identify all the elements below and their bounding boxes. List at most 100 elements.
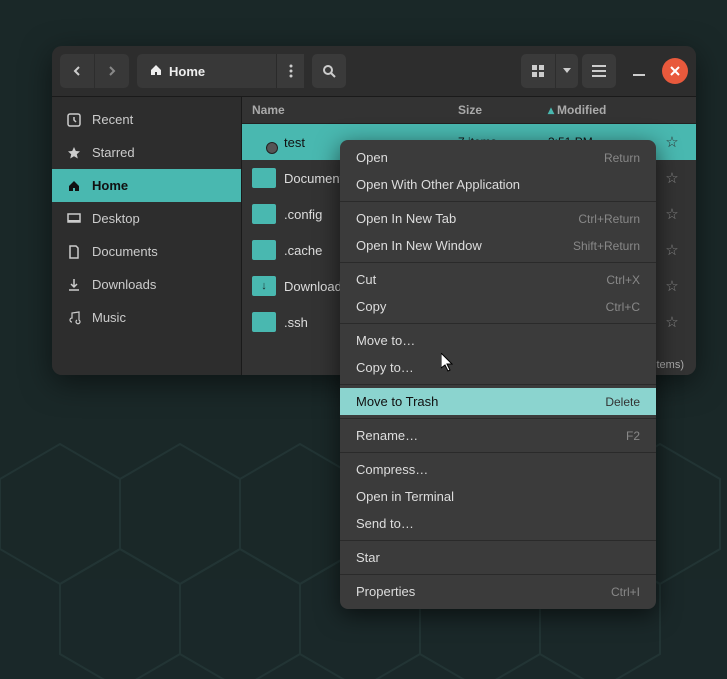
menu-item-copy[interactable]: Copy Ctrl+C <box>340 293 656 320</box>
sidebar-item-documents[interactable]: Documents <box>52 235 241 268</box>
menu-item-label: Send to… <box>356 516 414 531</box>
menu-item-star[interactable]: Star <box>340 544 656 571</box>
menu-item-label: Open in Terminal <box>356 489 454 504</box>
menu-separator <box>340 201 656 202</box>
menu-item-label: Copy to… <box>356 360 414 375</box>
star-toggle[interactable]: ☆ <box>658 313 686 331</box>
sidebar-item-home[interactable]: Home <box>52 169 241 202</box>
menu-item-accelerator: Return <box>604 151 640 165</box>
clock-icon <box>66 113 82 127</box>
menu-item-label: Cut <box>356 272 376 287</box>
close-button[interactable] <box>662 58 688 84</box>
menu-item-accelerator: Delete <box>605 395 640 409</box>
menu-separator <box>340 323 656 324</box>
toolbar: Home <box>52 46 696 97</box>
statusbar: items) <box>654 359 684 371</box>
menu-item-copy-to[interactable]: Copy to… <box>340 354 656 381</box>
desktop-icon <box>66 212 82 226</box>
menu-item-open-in-terminal[interactable]: Open in Terminal <box>340 483 656 510</box>
home-icon <box>149 63 163 80</box>
menu-item-cut[interactable]: Cut Ctrl+X <box>340 266 656 293</box>
back-button[interactable] <box>60 54 94 88</box>
sidebar-item-label: Downloads <box>92 277 156 292</box>
view-grid-button[interactable] <box>521 54 555 88</box>
file-name: .config <box>284 207 322 222</box>
music-icon <box>66 311 82 325</box>
file-name: Downloads <box>284 279 348 294</box>
menu-item-move-to[interactable]: Move to… <box>340 327 656 354</box>
sidebar-item-desktop[interactable]: Desktop <box>52 202 241 235</box>
star-toggle[interactable]: ☆ <box>658 241 686 259</box>
menu-item-accelerator: Ctrl+C <box>606 300 640 314</box>
star-toggle[interactable]: ☆ <box>658 169 686 187</box>
menu-item-open-in-new-window[interactable]: Open In New WindowShift+Return <box>340 232 656 259</box>
menu-item-rename[interactable]: Rename… F2 <box>340 422 656 449</box>
sidebar-item-label: Starred <box>92 145 135 160</box>
doc-icon <box>66 245 82 259</box>
menu-item-label: Open In New Window <box>356 238 482 253</box>
menu-item-label: Properties <box>356 584 415 599</box>
sidebar-item-music[interactable]: Music <box>52 301 241 334</box>
path-menu-button[interactable] <box>276 54 304 88</box>
menu-separator <box>340 262 656 263</box>
menu-item-label: Rename… <box>356 428 418 443</box>
menu-item-label: Star <box>356 550 380 565</box>
file-name: .cache <box>284 243 322 258</box>
col-modified[interactable]: ▴Modified <box>548 103 658 117</box>
menu-item-label: Copy <box>356 299 386 314</box>
menu-item-move-to-trash[interactable]: Move to Trash Delete <box>340 388 656 415</box>
folder-icon <box>252 240 276 260</box>
col-name[interactable]: Name <box>252 103 458 117</box>
folder-icon <box>252 312 276 332</box>
sort-indicator-icon: ▴ <box>548 103 554 117</box>
sidebar-item-label: Recent <box>92 112 133 127</box>
star-toggle[interactable]: ☆ <box>658 205 686 223</box>
view-dropdown-button[interactable] <box>556 54 578 88</box>
path-segment-home[interactable]: Home <box>137 54 217 88</box>
menu-item-send-to[interactable]: Send to… <box>340 510 656 537</box>
home-icon <box>66 179 82 193</box>
star-toggle[interactable]: ☆ <box>658 133 686 151</box>
path-bar[interactable]: Home <box>137 54 304 88</box>
menu-item-label: Open With Other Application <box>356 177 520 192</box>
menu-item-properties[interactable]: Properties Ctrl+I <box>340 578 656 605</box>
menu-separator <box>340 452 656 453</box>
hamburger-menu-button[interactable] <box>582 54 616 88</box>
menu-item-label: Open In New Tab <box>356 211 456 226</box>
menu-item-label: Move to… <box>356 333 415 348</box>
sidebar-item-recent[interactable]: Recent <box>52 103 241 136</box>
folder-icon <box>252 276 276 296</box>
menu-separator <box>340 574 656 575</box>
folder-icon <box>252 168 276 188</box>
sidebar-item-label: Music <box>92 310 126 325</box>
file-name: .ssh <box>284 315 308 330</box>
sidebar-item-downloads[interactable]: Downloads <box>52 268 241 301</box>
download-icon <box>66 278 82 292</box>
menu-item-open[interactable]: OpenReturn <box>340 144 656 171</box>
star-toggle[interactable]: ☆ <box>658 277 686 295</box>
menu-item-accelerator: F2 <box>626 429 640 443</box>
col-size[interactable]: Size <box>458 103 548 117</box>
menu-separator <box>340 540 656 541</box>
file-name: test <box>284 135 305 150</box>
menu-separator <box>340 384 656 385</box>
sidebar-item-label: Documents <box>92 244 158 259</box>
menu-separator <box>340 418 656 419</box>
minimize-button[interactable] <box>626 58 652 84</box>
star-icon <box>66 146 82 160</box>
menu-item-accelerator: Ctrl+I <box>611 585 640 599</box>
search-button[interactable] <box>312 54 346 88</box>
context-menu: OpenReturn Open With Other Application Ope… <box>340 140 656 609</box>
sidebar: Recent Starred Home Desktop Documents Downloa… <box>52 97 242 375</box>
menu-item-compress[interactable]: Compress… <box>340 456 656 483</box>
forward-button[interactable] <box>95 54 129 88</box>
sidebar-item-starred[interactable]: Starred <box>52 136 241 169</box>
folder-icon <box>252 132 276 152</box>
sidebar-item-label: Desktop <box>92 211 140 226</box>
menu-item-label: Move to Trash <box>356 394 438 409</box>
column-headers[interactable]: Name Size ▴Modified <box>242 97 696 124</box>
menu-item-accelerator: Ctrl+X <box>606 273 640 287</box>
menu-item-open-with-other-application[interactable]: Open With Other Application <box>340 171 656 198</box>
sidebar-item-label: Home <box>92 178 128 193</box>
menu-item-open-in-new-tab[interactable]: Open In New TabCtrl+Return <box>340 205 656 232</box>
